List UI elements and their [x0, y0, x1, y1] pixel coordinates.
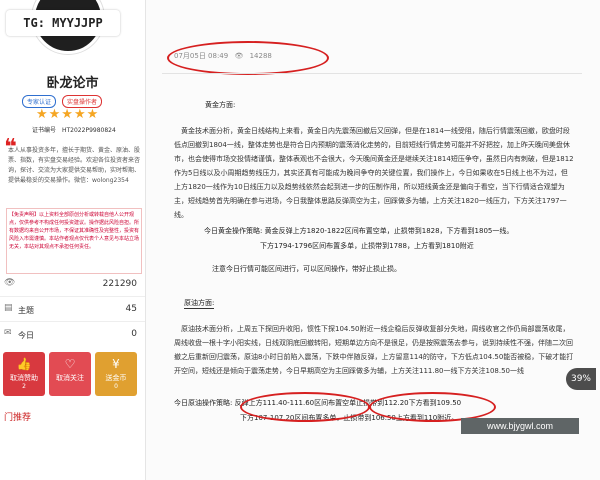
gold-heading: 黄金方面:: [205, 101, 236, 109]
stat-row-today: ✉ 今日 0: [0, 326, 145, 344]
divider: [0, 296, 145, 297]
action-label: 送金币: [105, 374, 127, 382]
author-actions: 👍 取消赞助 2 ♡ 取消关注 ¥ 送金币 0: [3, 352, 137, 396]
oil-analysis: 原油技术面分析，上周五下探回升收阳，惯性下探104.50附近一线企稳后反弹收复部…: [174, 325, 574, 375]
eye-icon: 👁: [4, 278, 16, 288]
recommend-link[interactable]: 门推荐: [4, 410, 31, 423]
stat-value: 45: [125, 304, 137, 314]
action-count: 0: [114, 383, 118, 390]
zoom-badge[interactable]: 39%: [566, 368, 596, 390]
oil-heading: 原油方面:: [184, 299, 215, 309]
stat-value: 221290: [102, 279, 137, 289]
article-main: 07月05日 08:49 👁 14288 黄金方面: 黄金技术面分析，黄金日线结…: [154, 0, 600, 480]
stat-value: 0: [131, 329, 137, 339]
author-sidebar: 卧龙论市 专家认证 实盘操作者 ★★★★★ 证书编号 HT2022P998082…: [0, 0, 146, 480]
rating-stars: ★★★★★: [36, 107, 100, 122]
gold-note: 注意今日行情可能区间进行，可以区间操作，带好止损止损。: [212, 265, 401, 273]
telegram-overlay-label: TG: MYYJJPP: [6, 10, 120, 36]
divider: [0, 321, 145, 322]
annotation-circle: [167, 41, 329, 75]
certificate-number: 证书编号 HT2022P9980824: [32, 127, 116, 134]
cancel-follow-button[interactable]: ♡ 取消关注: [49, 352, 91, 396]
author-intro: 本人从事投资多年，擅长于期货、黄金、原油、股票、指数，有实盘交易经验。欢迎各位投…: [8, 147, 141, 184]
stat-label: 今日: [18, 331, 34, 340]
stat-row-topics: ▤ 主题 45: [0, 301, 145, 319]
list-icon: ▤: [4, 303, 13, 313]
gold-ops-title: 今日黄金操作策略:: [204, 227, 263, 235]
action-label: 取消赞助: [10, 374, 38, 382]
screenshot-photo: 卧龙论市 专家认证 实盘操作者 ★★★★★ 证书编号 HT2022P998082…: [0, 0, 600, 480]
thumbs-up-icon: 👍: [16, 357, 32, 371]
stat-label: 主题: [18, 306, 34, 315]
watermark: www.bjygwl.com: [461, 418, 579, 434]
oil-ops-title: 今日原油操作策略:: [174, 399, 233, 407]
disclaimer-box: 【免责声明】以上资料全部原创分析或转载自他人公开观点，仅供参考不构成任何投资建议…: [6, 208, 142, 274]
action-count: 2: [22, 383, 26, 390]
mail-icon: ✉: [4, 328, 12, 338]
action-label: 取消关注: [56, 374, 84, 382]
author-name[interactable]: 卧龙论市: [0, 72, 145, 91]
gold-ops-short: 黄金反弹上方1820-1822区间布置空单，止损带到1828，下方看到1805一…: [264, 227, 514, 235]
coin-icon: ¥: [112, 357, 120, 371]
divider: [162, 73, 582, 74]
cancel-like-button[interactable]: 👍 取消赞助 2: [3, 352, 45, 396]
stat-row-views: 👁 221290: [0, 276, 145, 294]
gold-ops-line-1: 今日黄金操作策略: 黄金反弹上方1820-1822区间布置空单，止损带到1828…: [204, 226, 513, 236]
heart-icon: ♡: [64, 357, 76, 371]
page-sheet: 卧龙论市 专家认证 实盘操作者 ★★★★★ 证书编号 HT2022P998082…: [0, 0, 600, 480]
annotation-circle: [240, 392, 370, 422]
gold-ops-long: 下方1794-1796区间布置多单，止损带到1788，上方看到1810附近: [260, 242, 474, 250]
gold-analysis: 黄金技术面分析，黄金日线结构上来看，黄金日内先震荡回撤后又回弹，但是在1814一…: [174, 127, 574, 219]
send-coins-button[interactable]: ¥ 送金币 0: [95, 352, 137, 396]
